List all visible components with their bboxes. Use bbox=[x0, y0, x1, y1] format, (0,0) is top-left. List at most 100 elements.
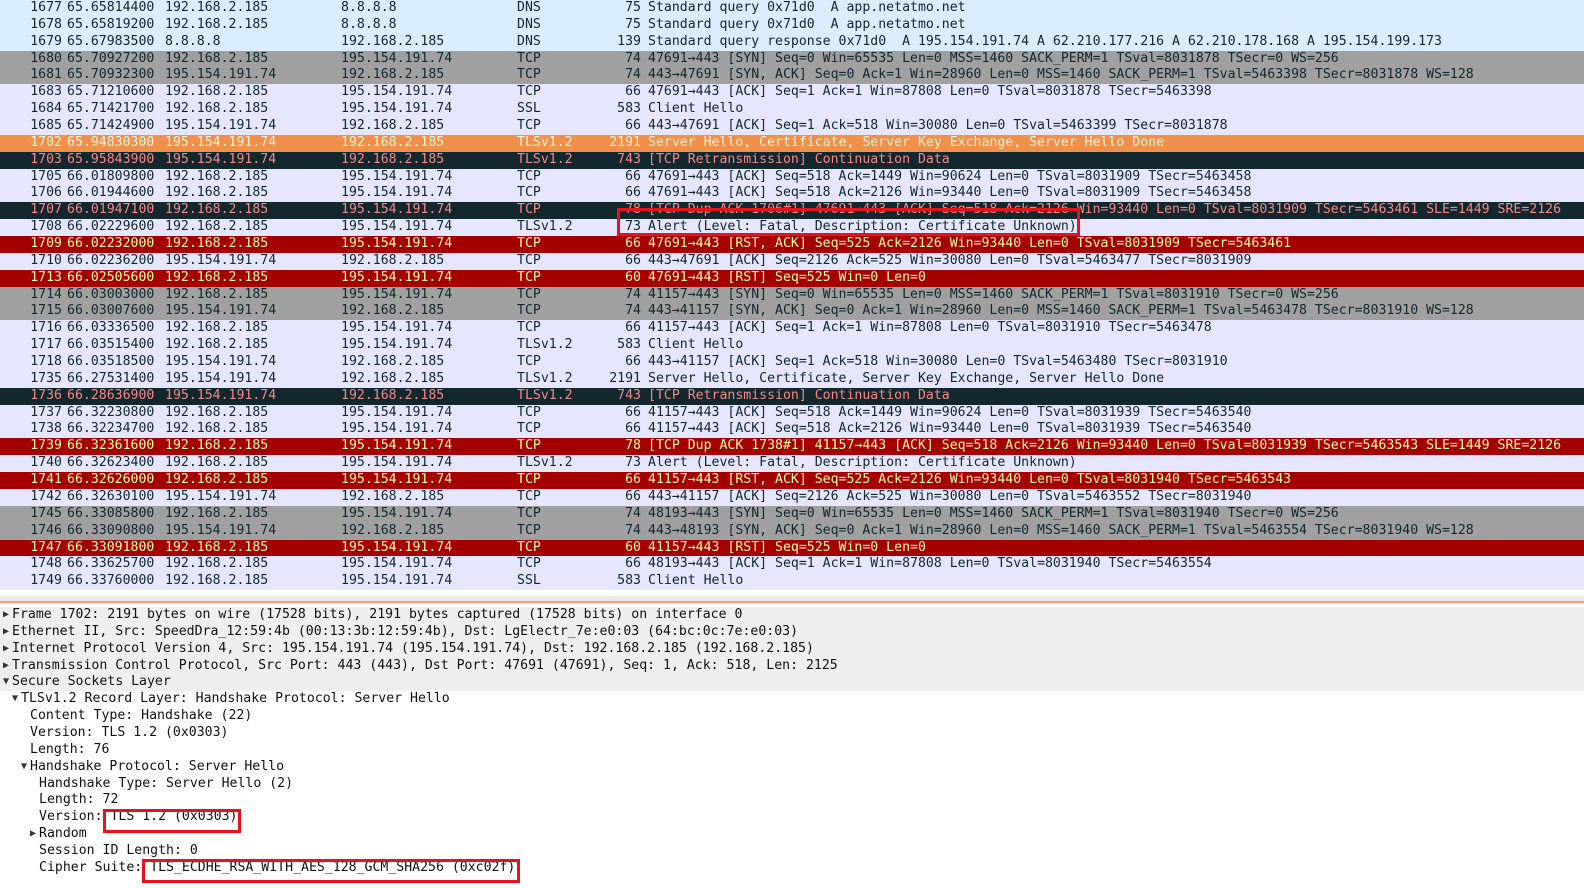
packet-row[interactable]: 1685 65.71424900 195.154.191.74 192.168.2.1… bbox=[0, 118, 1584, 135]
packet-row[interactable]: 1709 66.02232000 192.168.2.185 195.154.191.… bbox=[0, 236, 1584, 253]
packet-source: 192.168.2.185 bbox=[165, 269, 269, 285]
packet-destination: 195.154.191.74 bbox=[341, 556, 453, 572]
detail-tree-item[interactable]: Length: 76 bbox=[0, 742, 1584, 759]
packet-list[interactable]: 1677 65.65814400 192.168.2.185 8.8.8.8 DNS 75… bbox=[0, 0, 1584, 596]
packet-destination: 195.154.191.74 bbox=[341, 539, 453, 555]
packet-destination: 192.168.2.185 bbox=[341, 387, 445, 403]
packet-row[interactable]: 1741 66.32626000 192.168.2.185 195.154.191.… bbox=[0, 472, 1584, 489]
packet-protocol: TCP bbox=[517, 404, 541, 420]
triangle-right-icon[interactable]: ▶ bbox=[1, 624, 11, 641]
detail-tree-item[interactable]: Session ID Length: 0 bbox=[0, 843, 1584, 860]
packet-row[interactable]: 1681 65.70932300 195.154.191.74 192.168.2.1… bbox=[0, 67, 1584, 85]
packet-info: Standard query response 0x71d0 A 195.154… bbox=[648, 33, 1442, 49]
detail-tree-label: Secure Sockets Layer bbox=[12, 674, 171, 690]
packet-row[interactable]: 1703 65.95843900 195.154.191.74 192.168.2.1… bbox=[0, 151, 1584, 169]
packet-row[interactable]: 1742 66.32630100 195.154.191.74 192.168.2.1… bbox=[0, 488, 1584, 506]
packet-source: 192.168.2.185 bbox=[165, 404, 269, 420]
packet-row[interactable]: 1740 66.32623400 192.168.2.185 195.154.191.… bbox=[0, 455, 1584, 473]
packet-protocol: TCP bbox=[517, 421, 541, 437]
triangle-right-icon[interactable]: ▶ bbox=[28, 826, 38, 843]
packet-length: 66 bbox=[625, 488, 641, 504]
packet-row[interactable]: 1716 66.03336500 192.168.2.185 195.154.191.… bbox=[0, 320, 1584, 338]
packet-row[interactable]: 1677 65.65814400 192.168.2.185 8.8.8.8 DNS 75… bbox=[0, 0, 1584, 17]
triangle-down-icon[interactable]: ▼ bbox=[1, 674, 11, 691]
packet-row[interactable]: 1705 66.01809800 192.168.2.185 195.154.191.… bbox=[0, 168, 1584, 186]
packet-protocol: TLSv1.2 bbox=[517, 151, 573, 167]
packet-info: Alert (Level: Fatal, Description: Certif… bbox=[648, 455, 1077, 471]
packet-row[interactable]: 1702 65.94830300 195.154.191.74 192.168.2.1… bbox=[0, 134, 1584, 152]
packet-row[interactable]: 1747 66.33091800 192.168.2.185 195.154.191.… bbox=[0, 539, 1584, 557]
packet-row[interactable]: 1745 66.33085800 192.168.2.185 195.154.191.… bbox=[0, 505, 1584, 523]
pane-splitter[interactable] bbox=[0, 601, 1584, 603]
packet-row[interactable]: 1737 66.32230800 192.168.2.185 195.154.191.… bbox=[0, 404, 1584, 422]
packet-info: 443→41157 [ACK] Seq=2126 Ack=525 Win=300… bbox=[648, 488, 1252, 504]
version-highlight-box bbox=[103, 809, 241, 833]
packet-row[interactable]: 1710 66.02236200 195.154.191.74 192.168.2.1… bbox=[0, 252, 1584, 270]
packet-row[interactable]: 1680 65.70927200 192.168.2.185 195.154.191.… bbox=[0, 50, 1584, 68]
packet-source: 195.154.191.74 bbox=[165, 134, 277, 150]
packet-source: 195.154.191.74 bbox=[165, 303, 277, 319]
packet-row[interactable]: 1738 66.32234700 192.168.2.185 195.154.191.… bbox=[0, 421, 1584, 439]
packet-length: 66 bbox=[625, 252, 641, 268]
packet-source: 192.168.2.185 bbox=[165, 202, 269, 218]
packet-length: 74 bbox=[625, 303, 641, 319]
detail-tree-item[interactable]: ▼ TLSv1.2 Record Layer: Handshake Protoco… bbox=[0, 691, 1584, 708]
packet-source: 192.168.2.185 bbox=[165, 455, 269, 471]
packet-length: 73 bbox=[625, 455, 641, 471]
detail-tree-item[interactable]: ▶ Ethernet II, Src: SpeedDra_12:59:4b (00… bbox=[0, 623, 1584, 641]
detail-tree-item[interactable]: ▼ Secure Sockets Layer bbox=[0, 674, 1584, 692]
detail-tree-item[interactable]: Handshake Type: Server Hello (2) bbox=[0, 776, 1584, 793]
packet-row[interactable]: 1735 66.27531400 195.154.191.74 192.168.2.1… bbox=[0, 370, 1584, 388]
packet-info: 443→47691 [ACK] Seq=1 Ack=518 Win=30080 … bbox=[648, 118, 1228, 134]
packet-info: [TCP Retransmission] Continuation Data bbox=[648, 387, 950, 403]
packet-row[interactable]: 1684 65.71421700 192.168.2.185 195.154.191.… bbox=[0, 101, 1584, 119]
detail-tree-item[interactable]: Length: 72 bbox=[0, 792, 1584, 809]
packet-row[interactable]: 1679 65.67983500 8.8.8.8 192.168.2.185 DNS 13… bbox=[0, 33, 1584, 51]
packet-number: 1716 bbox=[30, 320, 62, 336]
packet-details-tree[interactable]: ▶ Frame 1702: 2191 bytes on wire (17528 b… bbox=[0, 607, 1584, 888]
packet-row[interactable]: 1715 66.03007600 195.154.191.74 192.168.2.1… bbox=[0, 303, 1584, 321]
packet-destination: 192.168.2.185 bbox=[341, 370, 445, 386]
packet-info: 443→41157 [ACK] Seq=1 Ack=518 Win=30080 … bbox=[648, 354, 1228, 370]
packet-time: 66.02232000 bbox=[67, 236, 155, 252]
packet-row[interactable]: 1678 65.65819200 192.168.2.185 8.8.8.8 DNS 75… bbox=[0, 16, 1584, 34]
triangle-right-icon[interactable]: ▶ bbox=[1, 658, 11, 675]
packet-time: 66.33085800 bbox=[67, 505, 155, 521]
packet-row[interactable]: 1717 66.03515400 192.168.2.185 195.154.191.… bbox=[0, 337, 1584, 355]
packet-source: 192.168.2.185 bbox=[165, 556, 269, 572]
packet-row[interactable]: 1718 66.03518500 195.154.191.74 192.168.2.1… bbox=[0, 354, 1584, 371]
packet-row[interactable]: 1746 66.33090800 195.154.191.74 192.168.2.1… bbox=[0, 522, 1584, 540]
packet-info: 47691→443 [RST, ACK] Seq=525 Ack=2126 Wi… bbox=[648, 236, 1292, 252]
detail-tree-item[interactable]: ▶ Transmission Control Protocol, Src Port… bbox=[0, 657, 1584, 675]
detail-tree-item[interactable]: ▶ Frame 1702: 2191 bytes on wire (17528 b… bbox=[0, 607, 1584, 624]
packet-time: 66.03007600 bbox=[67, 303, 155, 319]
packet-number: 1718 bbox=[30, 354, 62, 370]
detail-tree-label: Transmission Control Protocol, Src Port:… bbox=[12, 657, 838, 673]
packet-protocol: TCP bbox=[517, 67, 541, 83]
detail-tree-item[interactable]: Version: TLS 1.2 (0x0303) bbox=[0, 725, 1584, 742]
packet-destination: 195.154.191.74 bbox=[341, 421, 453, 437]
packet-row[interactable]: 1749 66.33760000 192.168.2.185 195.154.191.… bbox=[0, 573, 1584, 591]
triangle-right-icon[interactable]: ▶ bbox=[1, 641, 11, 658]
packet-row[interactable]: 1713 66.02505600 192.168.2.185 195.154.191.… bbox=[0, 269, 1584, 287]
packet-row[interactable]: 1706 66.01944600 192.168.2.185 195.154.191.… bbox=[0, 185, 1584, 203]
detail-tree-item[interactable]: Content Type: Handshake (22) bbox=[0, 708, 1584, 725]
packet-destination: 195.154.191.74 bbox=[341, 84, 453, 100]
packet-row[interactable]: 1739 66.32361600 192.168.2.185 195.154.191.… bbox=[0, 438, 1584, 456]
packet-source: 192.168.2.185 bbox=[165, 320, 269, 336]
packet-row[interactable]: 1748 66.33625700 192.168.2.185 195.154.191.… bbox=[0, 556, 1584, 574]
packet-protocol: TCP bbox=[517, 303, 541, 319]
triangle-down-icon[interactable]: ▼ bbox=[10, 691, 20, 708]
packet-info: 41157→443 [ACK] Seq=518 Ack=1449 Win=906… bbox=[648, 404, 1252, 420]
detail-tree-item[interactable]: ▶ Internet Protocol Version 4, Src: 195.1… bbox=[0, 640, 1584, 658]
packet-row[interactable]: 1736 66.28636900 195.154.191.74 192.168.2.1… bbox=[0, 387, 1584, 405]
packet-row[interactable]: 1714 66.03003000 192.168.2.185 195.154.191.… bbox=[0, 286, 1584, 304]
packet-source: 8.8.8.8 bbox=[165, 33, 221, 49]
packet-length: 66 bbox=[625, 354, 641, 370]
triangle-right-icon[interactable]: ▶ bbox=[1, 607, 11, 624]
detail-tree-item[interactable]: ▼ Handshake Protocol: Server Hello bbox=[0, 759, 1584, 776]
triangle-down-icon[interactable]: ▼ bbox=[19, 759, 29, 776]
packet-info: 41157→443 [SYN] Seq=0 Win=65535 Len=0 MS… bbox=[648, 286, 1339, 302]
packet-row[interactable]: 1683 65.71210600 192.168.2.185 195.154.191.… bbox=[0, 84, 1584, 102]
packet-source: 192.168.2.185 bbox=[165, 219, 269, 235]
